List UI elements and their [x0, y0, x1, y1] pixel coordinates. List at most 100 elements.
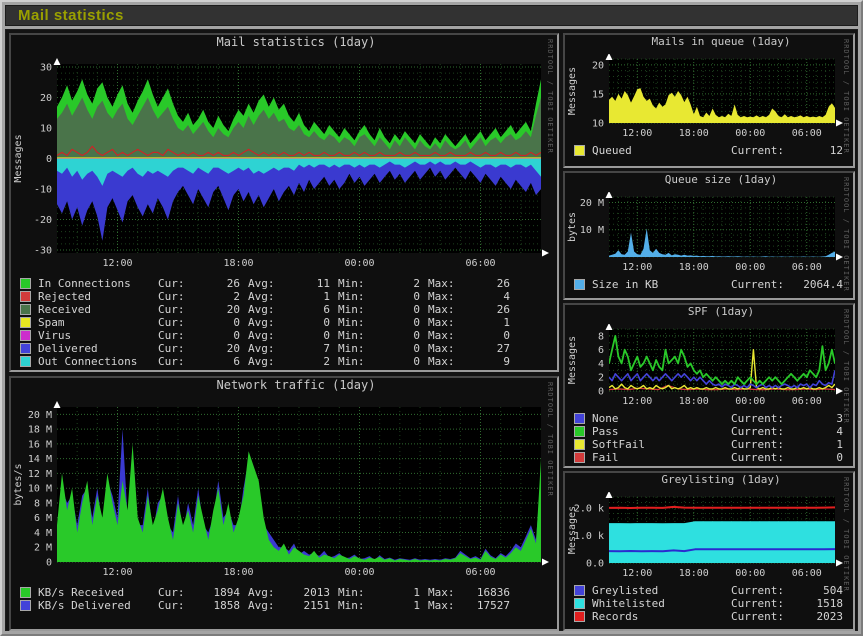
legend-stat-value: 12	[795, 144, 843, 157]
y-tick-label: 4 M	[34, 528, 52, 539]
chart-legend: NoneCurrent:3PassCurrent:4SoftFailCurren…	[565, 412, 853, 464]
legend-label: Received	[38, 303, 150, 316]
x-tick-label: 00:00	[735, 128, 765, 139]
legend-stat: Cur:20	[158, 303, 240, 316]
legend-stat: Min:0	[338, 303, 420, 316]
panel-spf: SPF (1day)0246812:0018:0000:0006:00Messa…	[563, 303, 855, 468]
legend-stat-value: 0	[374, 342, 420, 355]
legend-stat: Max:0	[428, 329, 510, 342]
legend-stat-key: Cur:	[158, 290, 194, 303]
legend-stat-value: 26	[464, 277, 510, 290]
y-tick-label: 20	[592, 60, 604, 71]
legend-stat: Min:0	[338, 316, 420, 329]
legend-stat: Max:1	[428, 316, 510, 329]
y-tick-label: 4	[598, 359, 604, 370]
series-records	[609, 507, 835, 508]
rrdtool-watermark: RRDTOOL / TOBI OETIKER	[842, 177, 850, 292]
legend-row: RecordsCurrent:2023	[565, 610, 853, 623]
legend-stat-key: Max:	[428, 303, 464, 316]
legend-stat-value: 20	[194, 342, 240, 355]
legend-stat: Cur:20	[158, 342, 240, 355]
y-tick-label: 10	[40, 124, 52, 135]
x-tick-label: 06:00	[792, 396, 822, 407]
y-tick-label: 0	[598, 387, 604, 398]
legend-stat-key: Current:	[731, 412, 795, 425]
window-title: Mail statistics	[18, 7, 124, 24]
legend-stat-value: 0	[374, 329, 420, 342]
legend-swatch	[574, 598, 585, 609]
mail-statistics-window: Mail statistics Mail statistics (1day)-3…	[0, 0, 863, 636]
y-tick-label: 20 M	[28, 410, 52, 421]
legend-stat-key: Max:	[428, 290, 464, 303]
legend-stat-value: 4	[464, 290, 510, 303]
legend-stat: Avg:2	[248, 355, 330, 368]
legend-label: Pass	[592, 425, 731, 438]
y-tick-label: 18 M	[28, 425, 52, 436]
window-titlebar[interactable]: Mail statistics	[5, 5, 858, 26]
legend-stat-key: Cur:	[158, 599, 194, 612]
legend-stat-key: Avg:	[248, 586, 284, 599]
chart-mail: -30-20-10010203012:0018:0000:0006:00Mess…	[11, 57, 557, 273]
y-tick-label: 6 M	[34, 513, 52, 524]
legend-row: RejectedCur:2Avg:1Min:0Max:4	[11, 290, 557, 303]
chart-title: SPF (1day)	[565, 305, 853, 324]
chart-legend: KB/s ReceivedCur:1894Avg:2013Min:1Max:16…	[11, 586, 557, 612]
dashboard-content: Mail statistics (1day)-30-20-10010203012…	[5, 29, 858, 631]
legend-stat-key: Avg:	[248, 303, 284, 316]
legend-stat-value: 2	[284, 355, 330, 368]
legend-swatch	[20, 330, 31, 341]
y-axis-label: Messages	[13, 134, 24, 182]
legend-stat-value: 26	[194, 277, 240, 290]
y-tick-label: 0	[46, 558, 52, 569]
legend-stat-value: 26	[464, 303, 510, 316]
panel-network-traffic: Network traffic (1day)02 M4 M6 M8 M10 M1…	[9, 376, 559, 631]
legend-row: WhitelistedCurrent:1518	[565, 597, 853, 610]
y-tick-label: 10 M	[580, 225, 604, 236]
legend-stat-key: Avg:	[248, 599, 284, 612]
y-axis-label: Messages	[567, 506, 578, 554]
legend-stat-value: 7	[284, 342, 330, 355]
legend-stat-key: Avg:	[248, 290, 284, 303]
legend-label: Virus	[38, 329, 150, 342]
legend-stat: Min:1	[338, 586, 420, 599]
legend-stat-key: Cur:	[158, 342, 194, 355]
legend-stat-key: Min:	[338, 290, 374, 303]
legend-stat-key: Current:	[731, 610, 795, 623]
legend-stat-key: Current:	[731, 597, 795, 610]
legend-swatch	[20, 304, 31, 315]
legend-stat-key: Avg:	[248, 355, 284, 368]
legend-stat: Cur:2	[158, 290, 240, 303]
legend-stat-value: 16836	[464, 586, 510, 599]
legend-stat-key: Avg:	[248, 316, 284, 329]
x-axis-arrow-icon	[542, 250, 549, 257]
y-tick-label: 12 M	[28, 469, 52, 480]
y-tick-label: -10	[34, 184, 52, 195]
chart-title: Network traffic (1day)	[11, 378, 557, 400]
legend-stat-key: Current:	[731, 144, 795, 157]
chart-spf: 0246812:0018:0000:0006:00Messages	[565, 324, 853, 408]
legend-label: Out Connections	[38, 355, 150, 368]
x-tick-label: 06:00	[792, 262, 822, 273]
legend-row: ReceivedCur:20Avg:6Min:0Max:26	[11, 303, 557, 316]
legend-row: KB/s ReceivedCur:1894Avg:2013Min:1Max:16…	[11, 586, 557, 599]
legend-stat-value: 0	[374, 316, 420, 329]
rrdtool-watermark: RRDTOOL / TOBI OETIKER	[546, 39, 554, 154]
legend-stat-value: 2013	[284, 586, 330, 599]
chart-title: Mails in queue (1day)	[565, 35, 853, 54]
legend-stat-value: 0	[374, 290, 420, 303]
legend-swatch	[20, 343, 31, 354]
legend-stat-value: 2	[194, 290, 240, 303]
y-axis-label: Messages	[567, 336, 578, 384]
chart-title: Mail statistics (1day)	[11, 35, 557, 57]
x-tick-label: 12:00	[622, 128, 652, 139]
legend-label: Size in KB	[592, 278, 731, 291]
panel-mail-statistics: Mail statistics (1day)-30-20-10010203012…	[9, 33, 559, 372]
legend-row: Out ConnectionsCur:6Avg:2Min:0Max:9	[11, 355, 557, 368]
legend-stat-key: Max:	[428, 355, 464, 368]
x-tick-label: 18:00	[223, 567, 253, 578]
legend-stat-key: Min:	[338, 599, 374, 612]
legend-stat-value: 2	[374, 277, 420, 290]
x-tick-label: 00:00	[735, 396, 765, 407]
legend-stat: Avg:11	[248, 277, 330, 290]
legend-row: SpamCur:0Avg:0Min:0Max:1	[11, 316, 557, 329]
